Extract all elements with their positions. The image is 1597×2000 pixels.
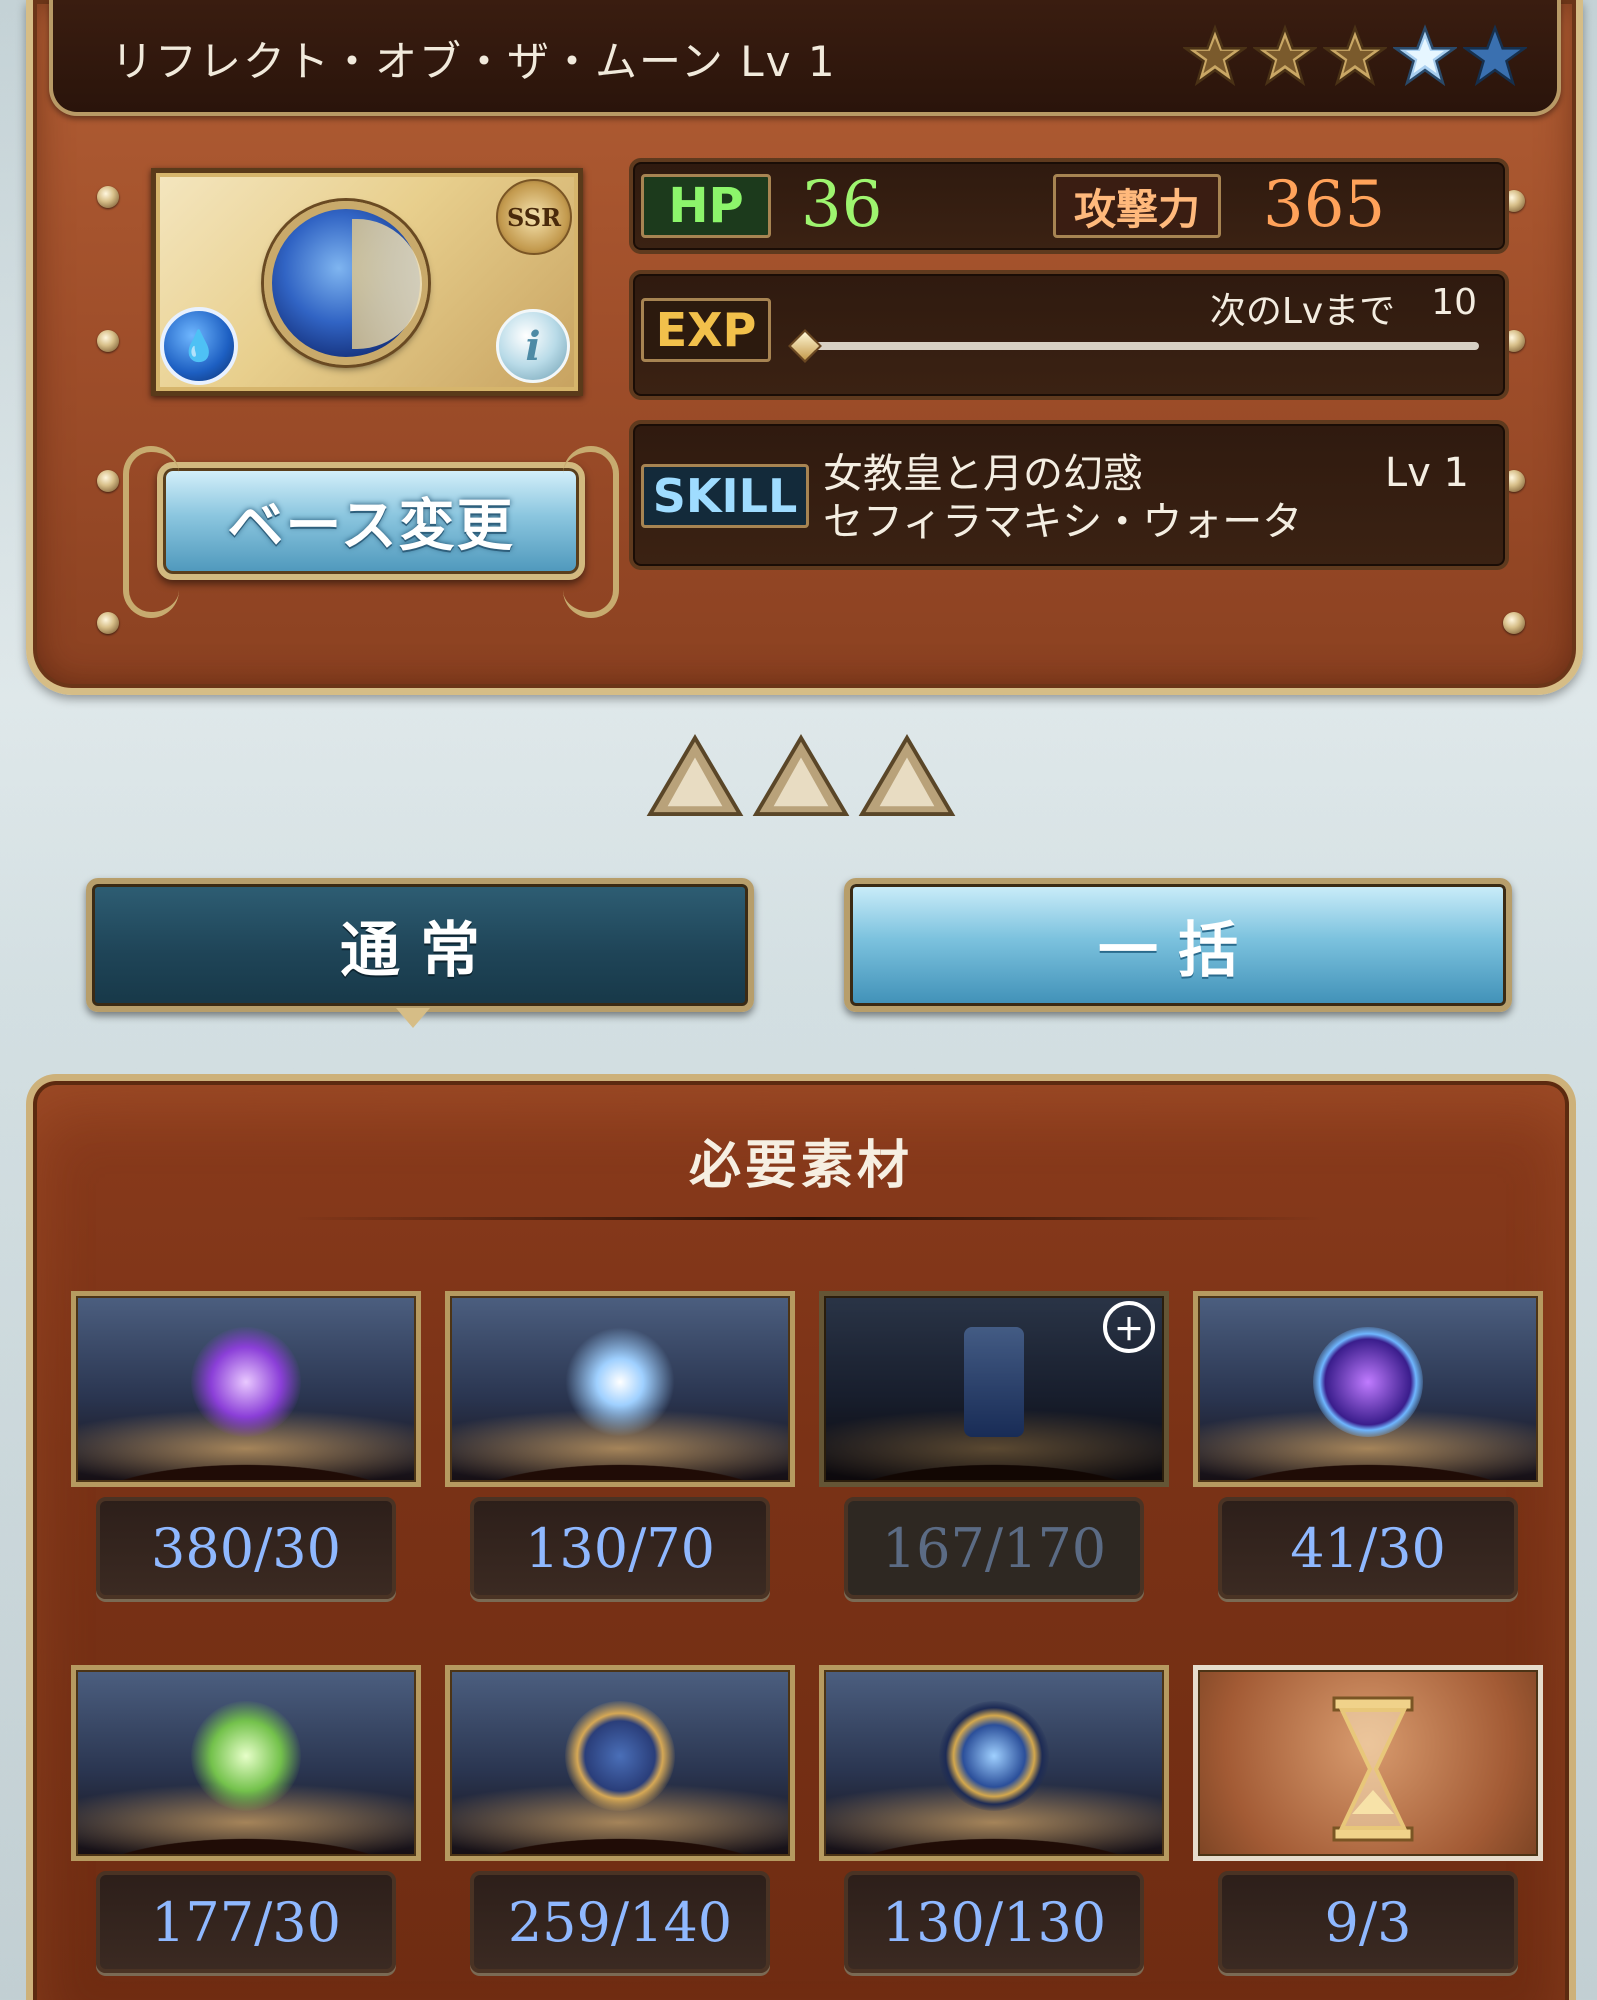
water-element-icon: 💧 <box>160 307 238 385</box>
star-icon <box>1323 24 1387 88</box>
material-glow <box>191 1700 301 1811</box>
skill-name: 女教皇と月の幻惑 セフィラマキシ・ウォータ <box>823 450 1302 546</box>
golden-astrolabe-icon <box>445 1665 795 1861</box>
stats-panel: HP 36 攻撃力 365 <box>629 158 1509 254</box>
weapon-title: リフレクト・オブ・ザ・ムーン Lv 1 <box>111 37 837 86</box>
hourglass-icon <box>1193 1665 1543 1861</box>
green-hexagon-icon <box>71 1665 421 1861</box>
purple-crystal-icon <box>71 1291 421 1487</box>
rivet <box>97 470 119 492</box>
material-item[interactable]: 380/30 <box>71 1291 421 1599</box>
hp-label: HP <box>641 174 771 238</box>
material-count: 130/70 <box>470 1497 770 1599</box>
galaxy-medallion-icon <box>819 1665 1169 1861</box>
skill-level: Lv 1 <box>1384 450 1469 496</box>
triangle-ornament-icon <box>646 734 744 817</box>
uncap-stars <box>1183 24 1527 88</box>
material-item[interactable]: 41/30 <box>1193 1291 1543 1599</box>
rivet <box>1503 612 1525 634</box>
ringed-orb-icon <box>1193 1291 1543 1487</box>
rivet <box>97 612 119 634</box>
material-glow <box>939 1700 1049 1811</box>
star-icon <box>1253 24 1317 88</box>
star-burst-icon <box>445 1291 795 1487</box>
material-count: 259/140 <box>470 1871 770 1973</box>
material-item[interactable]: 130/70 <box>445 1291 795 1599</box>
skill-label: SKILL <box>641 464 809 528</box>
info-icon[interactable]: i <box>496 309 570 383</box>
tab-bulk[interactable]: 一括 <box>844 878 1512 1012</box>
weapon-info-card: リフレクト・オブ・ザ・ムーン Lv 1 SSR 💧 i ベース変更 HP 36 … <box>26 0 1583 695</box>
material-item[interactable]: 9/3 <box>1193 1665 1543 1973</box>
attack-value: 365 <box>1263 168 1386 242</box>
weapon-portrait[interactable]: SSR 💧 i <box>151 168 583 396</box>
rarity-badge: SSR <box>496 179 572 255</box>
material-item[interactable]: 130/130 <box>819 1665 1169 1973</box>
material-count: 41/30 <box>1218 1497 1518 1599</box>
star-icon <box>1183 24 1247 88</box>
exp-panel: EXP 次のLvまで 10 <box>629 270 1509 400</box>
exp-next-label: 次のLvまで <box>1209 291 1396 332</box>
material-glow <box>1313 1326 1423 1437</box>
skill-panel: SKILL 女教皇と月の幻惑 セフィラマキシ・ウォータ Lv 1 <box>629 420 1509 570</box>
skill-name-line2: セフィラマキシ・ウォータ <box>823 499 1303 545</box>
required-materials-panel: 必要素材 380/30 130/70 ＋ 167/170 41/30 177/3… <box>26 1074 1576 2000</box>
triangle-ornament-icon <box>752 734 850 817</box>
material-count: 177/30 <box>96 1871 396 1973</box>
material-glow <box>191 1326 301 1437</box>
hp-value: 36 <box>801 168 883 242</box>
star-icon <box>1393 24 1457 88</box>
tab-active-pointer-icon <box>396 1008 430 1028</box>
attack-label: 攻撃力 <box>1053 174 1221 238</box>
material-glow <box>565 1700 675 1811</box>
rivet <box>97 186 119 208</box>
skill-name-line1: 女教皇と月の幻惑 <box>823 451 1143 497</box>
title-bar: リフレクト・オブ・ザ・ムーン Lv 1 <box>49 0 1561 116</box>
material-count: 167/170 <box>844 1497 1144 1599</box>
divider <box>293 1217 1323 1220</box>
tab-normal[interactable]: 通常 <box>86 878 754 1012</box>
base-change-button[interactable]: ベース変更 <box>123 446 619 618</box>
material-glow <box>565 1326 675 1437</box>
material-item[interactable]: 259/140 <box>445 1665 795 1973</box>
material-count: 9/3 <box>1218 1871 1518 1973</box>
zoom-in-icon[interactable]: ＋ <box>1103 1301 1155 1353</box>
exp-marker-icon <box>788 329 822 363</box>
materials-title: 必要素材 <box>688 1136 913 1196</box>
decorative-triangles <box>646 734 956 818</box>
hourglass-glyph-icon <box>1332 1696 1414 1842</box>
star-icon <box>1463 24 1527 88</box>
exp-label: EXP <box>641 298 771 362</box>
exp-bar <box>799 342 1479 350</box>
material-count: 130/130 <box>844 1871 1144 1973</box>
rivet <box>97 330 119 352</box>
triangle-ornament-icon <box>858 734 956 817</box>
material-glow <box>964 1326 1024 1437</box>
material-count: 380/30 <box>96 1497 396 1599</box>
exp-next-value: 10 <box>1431 282 1477 323</box>
exp-next-level: 次のLvまで 10 <box>1210 282 1477 334</box>
material-item[interactable]: 177/30 <box>71 1665 421 1973</box>
material-item[interactable]: ＋ 167/170 <box>819 1291 1169 1599</box>
moon-emblem-icon <box>264 201 428 365</box>
